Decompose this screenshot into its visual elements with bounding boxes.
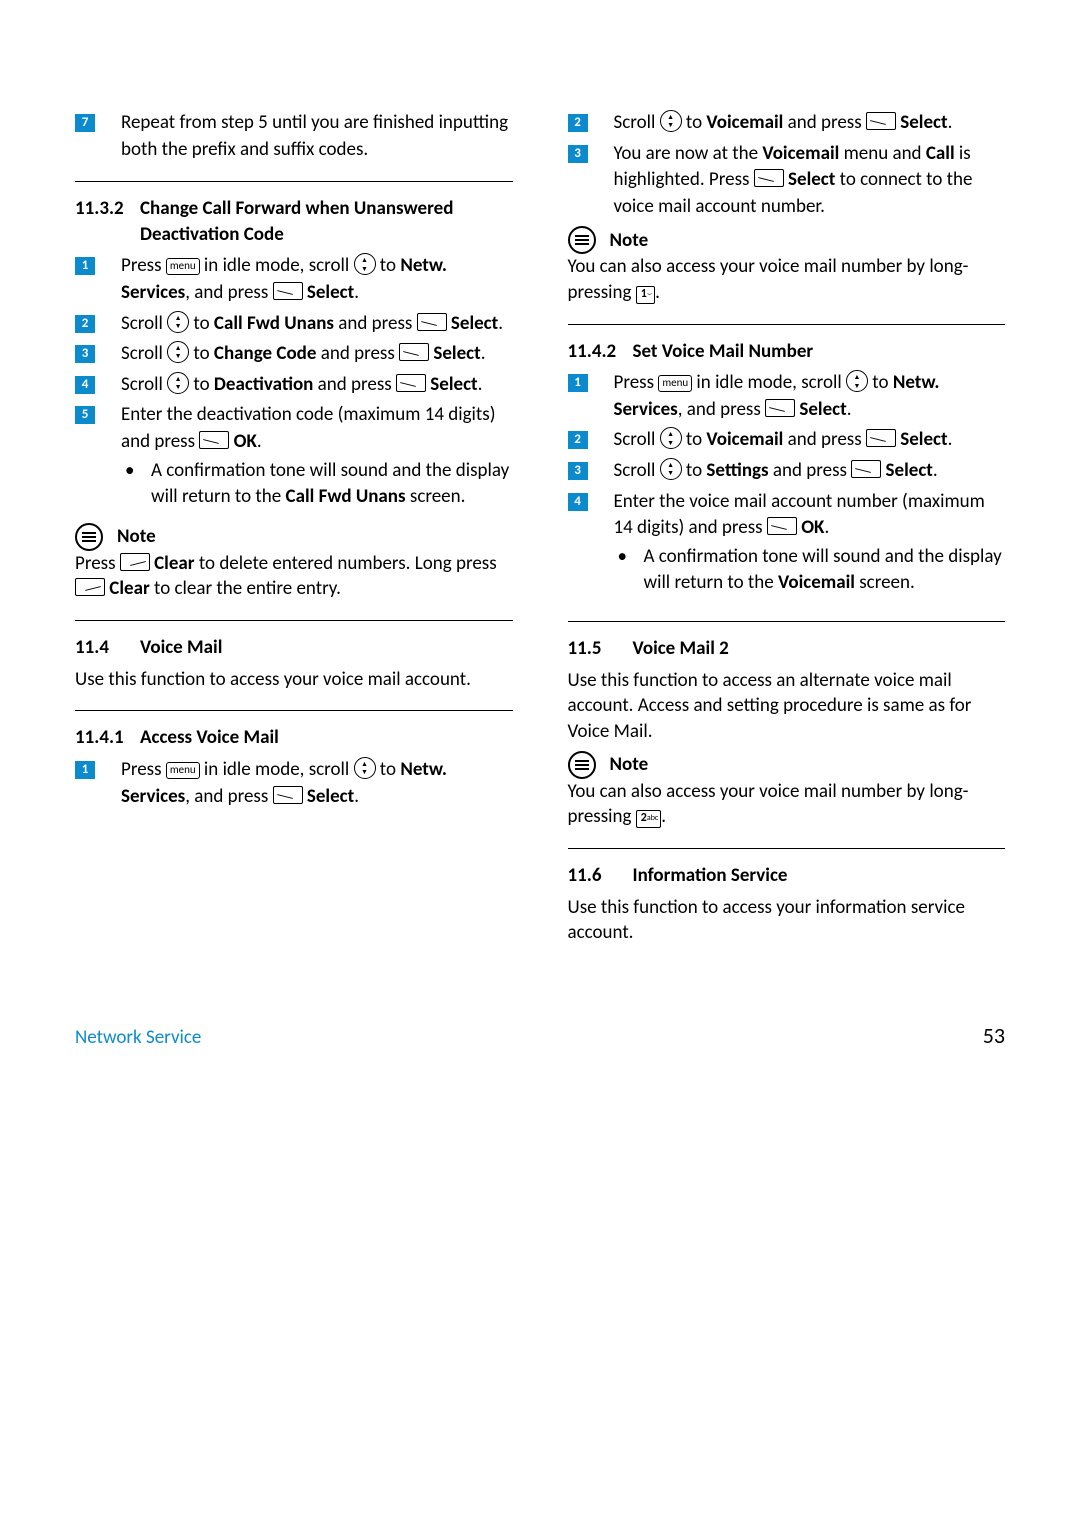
menu-key-icon: menu — [658, 375, 692, 392]
note-text: You can also access your voice mail numb… — [568, 779, 1006, 830]
heading-11-4-1: 11.4.1 Access Voice Mail — [75, 725, 513, 751]
heading-11-3-2: 11.3.2 Change Call Forward when Unanswer… — [75, 196, 513, 247]
step-text: Press menu in idle mode, scroll to Netw.… — [614, 370, 1006, 423]
nav-wheel-icon — [354, 253, 376, 275]
left-softkey-icon — [273, 786, 303, 804]
heading-11-4-2: 11.4.2 Set Voice Mail Number — [568, 339, 1006, 365]
nav-wheel-icon — [660, 458, 682, 480]
divider — [75, 710, 513, 711]
step-number-badge: 4 — [568, 493, 588, 511]
divider — [568, 324, 1006, 325]
note-icon — [568, 751, 596, 779]
step-item: 1 Press menu in idle mode, scroll to Net… — [568, 370, 1006, 423]
paragraph: Use this function to access an alternate… — [568, 668, 1006, 745]
note-heading: Note — [75, 523, 513, 551]
nav-wheel-icon — [167, 311, 189, 333]
paragraph: Use this function to access your voice m… — [75, 667, 513, 693]
step-text: Scroll to Settings and press Select. — [614, 458, 1006, 485]
step-item: 4 Enter the voice mail account number (m… — [568, 489, 1006, 603]
divider — [75, 620, 513, 621]
divider — [75, 181, 513, 182]
left-softkey-icon — [767, 517, 797, 535]
left-softkey-icon — [399, 343, 429, 361]
right-softkey-icon — [75, 578, 105, 596]
step-item: 2 Scroll to Voicemail and press Select. — [568, 110, 1006, 137]
note-heading: Note — [568, 226, 1006, 254]
right-column: 2 Scroll to Voicemail and press Select. … — [568, 110, 1006, 952]
right-softkey-icon — [120, 553, 150, 571]
step-number-badge: 3 — [568, 145, 588, 163]
step-item: 3 Scroll to Change Code and press Select… — [75, 341, 513, 368]
step-item: 3 Scroll to Settings and press Select. — [568, 458, 1006, 485]
nav-wheel-icon — [660, 427, 682, 449]
step-item: 3 You are now at the Voicemail menu and … — [568, 141, 1006, 221]
nav-wheel-icon — [354, 757, 376, 779]
note-text: Press Clear to delete entered numbers. L… — [75, 551, 513, 602]
left-softkey-icon — [199, 431, 229, 449]
digit-1-key-icon: 1⌣ — [636, 286, 655, 304]
heading-11-5: 11.5 Voice Mail 2 — [568, 636, 1006, 662]
left-softkey-icon — [754, 169, 784, 187]
menu-key-icon: menu — [166, 258, 200, 275]
step-item: 2 Scroll to Call Fwd Unans and press Sel… — [75, 311, 513, 338]
sub-bullet: • A confirmation tone will sound and the… — [121, 458, 513, 511]
nav-wheel-icon — [660, 110, 682, 132]
step-number-badge: 1 — [75, 257, 95, 275]
note-icon — [568, 226, 596, 254]
digit-2-key-icon: 2abc — [636, 810, 662, 828]
note-text: You can also access your voice mail numb… — [568, 254, 1006, 305]
step-item: 2 Scroll to Voicemail and press Select. — [568, 427, 1006, 454]
left-column: 7 Repeat from step 5 until you are finis… — [75, 110, 513, 952]
step-number-badge: 5 — [75, 406, 95, 424]
step-number-badge: 4 — [75, 376, 95, 394]
left-softkey-icon — [851, 460, 881, 478]
note-icon — [75, 523, 103, 551]
footer-section-name: Network Service — [75, 1026, 201, 1049]
step-text: Repeat from step 5 until you are finishe… — [121, 110, 513, 163]
step-item: 5 Enter the deactivation code (maximum 1… — [75, 402, 513, 516]
step-text: Scroll to Change Code and press Select. — [121, 341, 513, 368]
footer-page-number: 53 — [983, 1022, 1005, 1049]
page-footer: Network Service 53 — [75, 1022, 1005, 1049]
step-number-badge: 7 — [75, 114, 95, 132]
left-softkey-icon — [396, 374, 426, 392]
step-text: Press menu in idle mode, scroll to Netw.… — [121, 757, 513, 810]
left-softkey-icon — [273, 282, 303, 300]
left-softkey-icon — [866, 429, 896, 447]
step-text: Scroll to Voicemail and press Select. — [614, 110, 1006, 137]
note-heading: Note — [568, 751, 1006, 779]
step-text: Scroll to Call Fwd Unans and press Selec… — [121, 311, 513, 338]
nav-wheel-icon — [167, 341, 189, 363]
heading-11-6: 11.6 Information Service — [568, 863, 1006, 889]
step-number-badge: 1 — [75, 761, 95, 779]
nav-wheel-icon — [846, 370, 868, 392]
divider — [568, 848, 1006, 849]
step-number-badge: 3 — [75, 345, 95, 363]
step-text: Press menu in idle mode, scroll to Netw.… — [121, 253, 513, 306]
divider — [568, 621, 1006, 622]
step-text: Scroll to Voicemail and press Select. — [614, 427, 1006, 454]
step-text: Enter the voice mail account number (max… — [614, 489, 1006, 603]
step-number-badge: 3 — [568, 462, 588, 480]
left-softkey-icon — [866, 112, 896, 130]
step-number-badge: 1 — [568, 374, 588, 392]
step-item: 1 Press menu in idle mode, scroll to Net… — [75, 253, 513, 306]
step-item: 4 Scroll to Deactivation and press Selec… — [75, 372, 513, 399]
step-number-badge: 2 — [568, 114, 588, 132]
heading-11-4: 11.4 Voice Mail — [75, 635, 513, 661]
step-number-badge: 2 — [568, 431, 588, 449]
menu-key-icon: menu — [166, 762, 200, 779]
step-text: Scroll to Deactivation and press Select. — [121, 372, 513, 399]
step-number-badge: 2 — [75, 315, 95, 333]
left-softkey-icon — [417, 313, 447, 331]
paragraph: Use this function to access your informa… — [568, 895, 1006, 946]
left-softkey-icon — [765, 399, 795, 417]
step-text: You are now at the Voicemail menu and Ca… — [614, 141, 1006, 221]
nav-wheel-icon — [167, 372, 189, 394]
step-item: 1 Press menu in idle mode, scroll to Net… — [75, 757, 513, 810]
step-text: Enter the deactivation code (maximum 14 … — [121, 402, 513, 516]
step-item: 7 Repeat from step 5 until you are finis… — [75, 110, 513, 163]
sub-bullet: • A confirmation tone will sound and the… — [614, 544, 1006, 597]
